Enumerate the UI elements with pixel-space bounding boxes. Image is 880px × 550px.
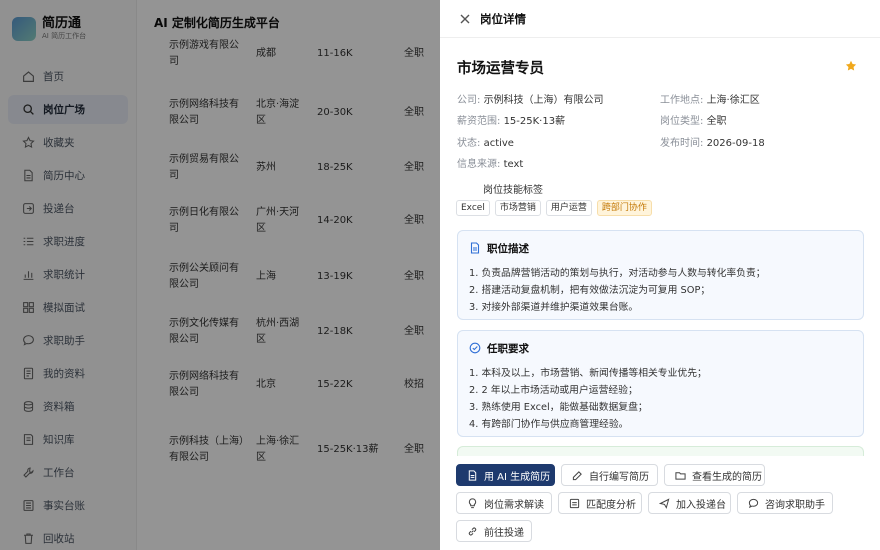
skill-tag-highlight: 跨部门协作 <box>596 200 652 216</box>
self-write-resume-button[interactable]: 自行编写简历 <box>561 464 658 486</box>
button-label: 加入投递台 <box>676 499 726 511</box>
edit-icon <box>572 470 582 480</box>
info-label: 工作地点: <box>660 95 704 106</box>
ai-generate-resume-button[interactable]: 用 AI 生成简历 <box>456 464 555 486</box>
favorite-star-icon[interactable] <box>845 60 857 72</box>
button-label: 用 AI 生成简历 <box>484 471 551 483</box>
report-icon <box>569 498 580 508</box>
info-label: 状态: <box>457 138 481 149</box>
close-icon[interactable] <box>458 12 472 26</box>
card-header: 任职要求 <box>469 341 851 355</box>
info-value: 2026-09-18 <box>706 138 765 149</box>
card-title: 职位描述 <box>487 242 529 255</box>
info-value: 全职 <box>706 116 727 127</box>
add-to-queue-button[interactable]: 加入投递台 <box>648 492 731 514</box>
button-label: 咨询求职助手 <box>765 499 825 511</box>
button-label: 岗位需求解读 <box>484 499 544 511</box>
drawer-header: 岗位详情 <box>440 0 880 38</box>
info-value: 15-25K·13薪 <box>503 116 566 127</box>
check-circle-icon <box>469 342 481 354</box>
info-company: 公司: 示例科技（上海）有限公司 <box>457 91 604 106</box>
send-icon <box>659 497 670 509</box>
match-analysis-button[interactable]: 匹配度分析 <box>558 492 642 514</box>
info-published: 发布时间: 2026-09-18 <box>660 134 765 149</box>
button-label: 查看生成的简历 <box>692 471 762 483</box>
button-label: 自行编写简历 <box>589 471 649 483</box>
description-line: 1. 负责品牌营销活动的策划与执行，对活动参与人数与转化率负责； <box>469 268 766 279</box>
info-value: 示例科技（上海）有限公司 <box>483 95 604 106</box>
link-icon <box>468 527 477 535</box>
document-icon <box>470 242 480 254</box>
skill-tag: Excel <box>456 200 490 216</box>
skill-tag: 市场营销 <box>494 200 541 216</box>
card-header: 职位描述 <box>469 241 851 255</box>
job-description-card: 职位描述 1. 负责品牌营销活动的策划与执行，对活动参与人数与转化率负责； 2.… <box>457 230 864 320</box>
chat-icon <box>748 498 759 508</box>
next-card-peek <box>457 446 864 456</box>
document-icon <box>468 469 477 481</box>
job-detail-drawer: 岗位详情 市场运营专员 公司: 示例科技（上海）有限公司 工作地点: 上海·徐汇… <box>440 0 880 550</box>
go-apply-button[interactable]: 前往投递 <box>456 520 532 542</box>
job-analysis-button[interactable]: 岗位需求解读 <box>456 492 552 514</box>
info-salary: 薪资范围: 15-25K·13薪 <box>457 112 565 127</box>
info-label: 薪资范围: <box>457 116 501 127</box>
description-line: 3. 对接外部渠道并维护渠道效果台账。 <box>469 302 639 313</box>
info-value: active <box>483 138 514 149</box>
info-label: 信息来源: <box>457 159 501 170</box>
lightbulb-icon <box>468 497 477 508</box>
skill-tags-title: 岗位技能标签 <box>483 185 543 196</box>
info-location: 工作地点: 上海·徐汇区 <box>660 91 760 106</box>
info-job-type: 岗位类型: 全职 <box>660 112 727 127</box>
job-title: 市场运营专员 <box>457 61 544 77</box>
modal-backdrop[interactable] <box>0 0 440 550</box>
skill-tag: 用户运营 <box>545 200 592 216</box>
info-label: 发布时间: <box>660 138 704 149</box>
requirement-line: 3. 熟练使用 Excel，能做基础数据复盘； <box>469 402 648 413</box>
card-title: 任职要求 <box>487 342 529 355</box>
description-line: 2. 搭建活动复盘机制，把有效做法沉淀为可复用 SOP； <box>469 285 711 296</box>
info-value: text <box>503 159 524 170</box>
skill-tags: Excel 市场营销 用户运营 跨部门协作 <box>456 200 652 216</box>
info-value: 上海·徐汇区 <box>706 95 760 106</box>
info-source: 信息来源: text <box>457 155 523 170</box>
requirement-line: 2. 2 年以上市场活动或用户运营经验； <box>469 385 638 396</box>
ask-assistant-button[interactable]: 咨询求职助手 <box>737 492 833 514</box>
requirement-line: 1. 本科及以上，市场营销、新闻传播等相关专业优先； <box>469 368 707 379</box>
info-label: 岗位类型: <box>660 116 704 127</box>
drawer-title: 岗位详情 <box>480 11 526 26</box>
view-generated-resume-button[interactable]: 查看生成的简历 <box>664 464 765 486</box>
requirements-card: 任职要求 1. 本科及以上，市场营销、新闻传播等相关专业优先； 2. 2 年以上… <box>457 330 864 437</box>
info-status: 状态: active <box>457 134 514 149</box>
button-label: 匹配度分析 <box>586 499 636 511</box>
info-label: 公司: <box>457 95 481 106</box>
requirement-line: 4. 有跨部门协作与供应商管理经验。 <box>469 419 629 430</box>
folder-icon <box>675 471 686 480</box>
button-label: 前往投递 <box>484 527 524 539</box>
